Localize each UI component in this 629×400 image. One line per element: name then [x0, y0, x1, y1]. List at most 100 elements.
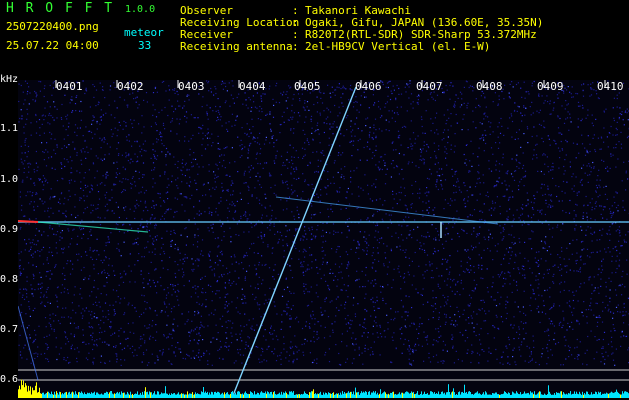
noise-pixel — [310, 286, 312, 288]
noise-pixel — [397, 135, 400, 137]
noise-pixel — [261, 264, 263, 266]
noise-pixel — [80, 100, 82, 103]
noise-pixel — [355, 338, 357, 340]
noise-pixel — [463, 198, 466, 200]
noise-pixel — [435, 186, 437, 188]
noise-pixel — [21, 161, 23, 163]
noise-pixel — [223, 147, 225, 149]
noise-pixel — [584, 352, 586, 354]
noise-pixel — [544, 243, 547, 245]
noise-pixel — [513, 324, 515, 326]
noise-pixel — [317, 196, 319, 198]
noise-pixel — [387, 227, 389, 229]
noise-pixel — [176, 185, 178, 187]
noise-pixel — [71, 238, 73, 240]
noise-pixel — [233, 280, 235, 283]
noise-pixel — [44, 305, 46, 307]
noise-pixel — [520, 321, 522, 323]
y-label-0.6: 0.6 — [0, 374, 19, 385]
noise-pixel — [612, 317, 614, 319]
noise-pixel — [88, 310, 90, 312]
noise-pixel — [476, 352, 479, 354]
noise-pixel — [551, 200, 553, 202]
noise-pixel — [552, 265, 554, 267]
noise-pixel — [201, 144, 203, 146]
noise-pixel — [210, 195, 212, 197]
noise-pixel — [229, 162, 231, 164]
noise-pixel — [91, 291, 93, 293]
noise-pixel — [332, 329, 334, 331]
noise-pixel — [539, 209, 541, 212]
noise-pixel — [574, 357, 576, 360]
noise-pixel — [162, 351, 164, 353]
noise-pixel — [335, 315, 337, 317]
noise-pixel — [441, 188, 444, 190]
noise-pixel — [344, 307, 346, 309]
noise-pixel — [572, 96, 574, 98]
noise-pixel — [479, 354, 481, 356]
noise-pixel — [235, 119, 237, 121]
noise-pixel — [57, 320, 60, 322]
noise-pixel — [419, 192, 421, 194]
noise-pixel — [608, 277, 610, 279]
noise-pixel — [227, 273, 229, 275]
noise-pixel — [519, 333, 521, 336]
noise-pixel — [114, 274, 116, 276]
noise-pixel — [377, 231, 379, 233]
noise-pixel — [473, 230, 475, 232]
noise-pixel — [126, 217, 128, 219]
noise-pixel — [287, 167, 289, 169]
noise-pixel — [156, 138, 158, 140]
noise-pixel — [610, 153, 612, 155]
noise-pixel — [327, 185, 329, 187]
noise-pixel — [463, 153, 465, 156]
noise-pixel — [23, 288, 25, 290]
noise-pixel — [233, 254, 235, 256]
noise-pixel — [38, 119, 41, 121]
noise-pixel — [562, 180, 565, 183]
noise-pixel — [134, 140, 136, 143]
noise-pixel — [275, 335, 278, 337]
noise-pixel — [536, 157, 538, 159]
noise-pixel — [341, 277, 343, 279]
noise-pixel — [327, 171, 329, 173]
noise-pixel — [130, 182, 132, 184]
noise-pixel — [341, 174, 343, 176]
noise-pixel — [429, 265, 431, 267]
noise-pixel — [154, 236, 156, 238]
noise-pixel — [132, 176, 134, 178]
noise-pixel — [49, 278, 51, 280]
noise-pixel — [510, 247, 512, 249]
noise-pixel — [426, 269, 428, 271]
noise-pixel — [581, 184, 583, 186]
noise-pixel — [60, 232, 62, 234]
noise-pixel — [397, 311, 399, 313]
noise-pixel — [320, 277, 322, 280]
noise-pixel — [41, 200, 43, 202]
noise-pixel — [443, 92, 445, 94]
noise-pixel — [617, 204, 619, 206]
noise-pixel — [512, 214, 514, 216]
noise-pixel — [615, 166, 617, 168]
noise-pixel — [265, 136, 267, 138]
noise-pixel — [595, 205, 597, 207]
noise-pixel — [212, 187, 214, 189]
noise-pixel — [34, 100, 36, 103]
noise-pixel — [273, 104, 275, 106]
noise-pixel — [109, 360, 111, 362]
noise-pixel — [115, 301, 117, 303]
noise-pixel — [296, 228, 298, 230]
noise-pixel — [123, 330, 125, 333]
noise-pixel — [391, 92, 393, 95]
noise-pixel — [148, 251, 150, 253]
noise-pixel — [469, 85, 471, 87]
noise-pixel — [411, 237, 413, 239]
noise-pixel — [217, 332, 219, 334]
noise-pixel — [589, 276, 591, 278]
noise-pixel — [470, 297, 472, 299]
noise-pixel — [440, 306, 442, 308]
noise-pixel — [363, 250, 365, 252]
noise-pixel — [270, 327, 272, 329]
noise-pixel — [321, 246, 323, 249]
noise-pixel — [259, 132, 261, 134]
